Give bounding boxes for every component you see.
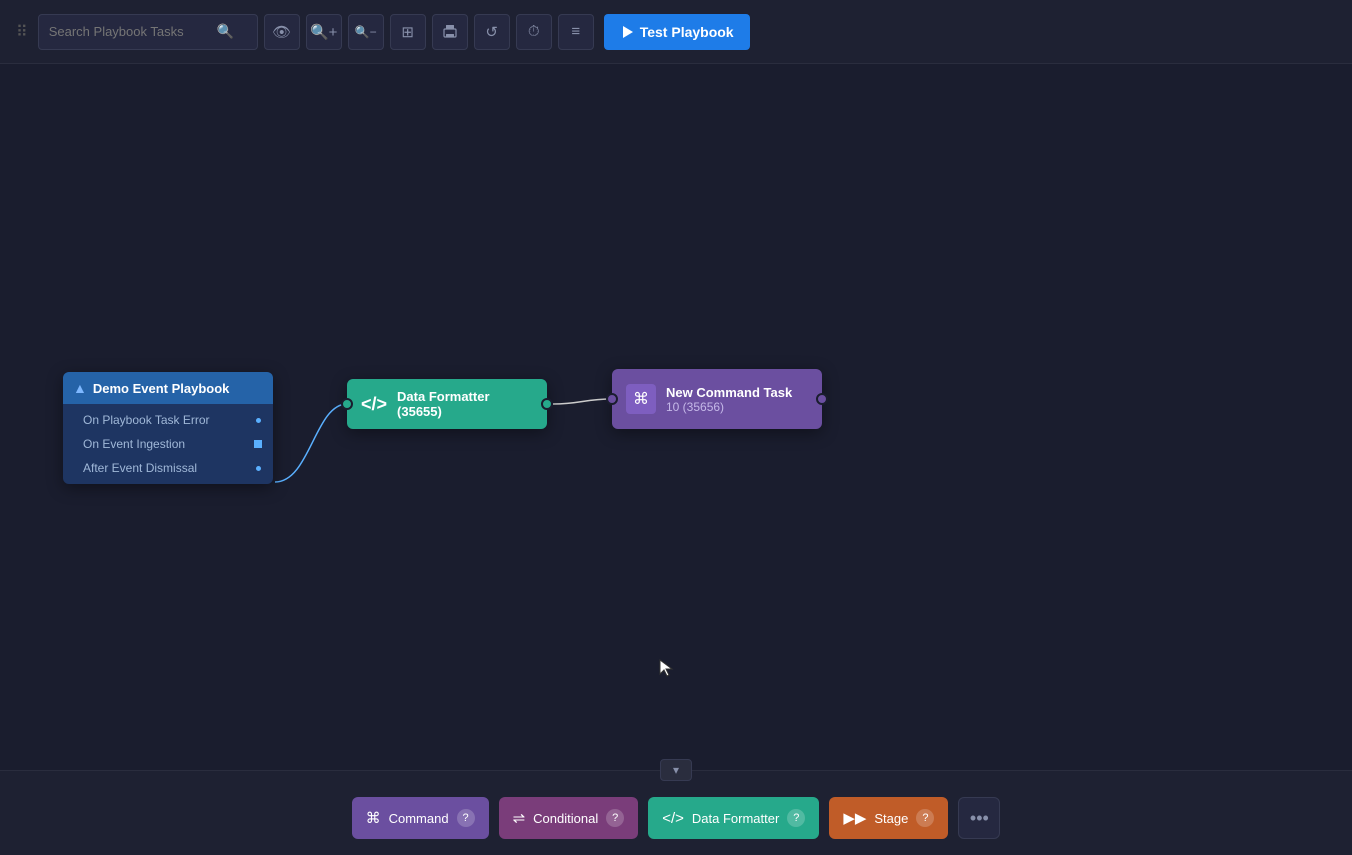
toolbar: ⠿ 🔍 👁 🔍+ 🔍− ⊞ ↺ ⏱ ≡ Test Playbook	[0, 0, 1352, 64]
add-conditional-button[interactable]: ⇌ Conditional ?	[499, 797, 639, 839]
row-label-dismissal: After Event Dismissal	[83, 461, 197, 475]
row-square-ingestion	[253, 439, 263, 449]
conditional-btn-icon: ⇌	[513, 809, 526, 827]
formatter-btn-icon: </>	[662, 810, 684, 827]
test-playbook-button[interactable]: Test Playbook	[604, 14, 750, 50]
command-node-line1: New Command Task	[666, 385, 792, 400]
collapse-button[interactable]: ▾	[660, 759, 692, 781]
playbook-node-icon: ▲	[73, 380, 87, 396]
stage-help-icon[interactable]: ?	[916, 809, 934, 827]
eye-button[interactable]: 👁	[264, 14, 300, 50]
bottom-panel: ▾ ⌘ Command ? ⇌ Conditional ? </> Data F…	[0, 770, 1352, 855]
print-button[interactable]	[432, 14, 468, 50]
formatter-connector-left	[341, 398, 353, 410]
search-container: 🔍	[38, 14, 258, 50]
formatter-label: Data Formatter (35655)	[397, 389, 533, 419]
command-node[interactable]: ⌘ New Command Task 10 (35656)	[612, 369, 822, 429]
command-btn-icon: ⌘	[366, 809, 381, 827]
collapse-icon: ▾	[673, 763, 679, 777]
playbook-row-ingestion[interactable]: On Event Ingestion	[63, 432, 273, 456]
canvas[interactable]: ▲ Demo Event Playbook On Playbook Task E…	[0, 64, 1352, 770]
playbook-node-header: ▲ Demo Event Playbook	[63, 372, 273, 404]
test-playbook-label: Test Playbook	[640, 24, 734, 40]
add-formatter-button[interactable]: </> Data Formatter ?	[648, 797, 819, 839]
play-icon	[620, 25, 634, 39]
drag-handle-icon[interactable]: ⠿	[12, 18, 32, 46]
playbook-row-task-error[interactable]: On Playbook Task Error	[63, 408, 273, 432]
add-stage-button[interactable]: ▶▶ Stage ?	[829, 797, 948, 839]
zoom-in-button[interactable]: 🔍+	[306, 14, 342, 50]
search-input[interactable]	[49, 24, 209, 39]
history-button[interactable]: ⏱	[516, 14, 552, 50]
row-label-ingestion: On Event Ingestion	[83, 437, 185, 451]
stage-btn-label: Stage	[874, 811, 908, 826]
conditional-help-icon[interactable]: ?	[606, 809, 624, 827]
formatter-btn-label: Data Formatter	[692, 811, 779, 826]
command-node-label: New Command Task 10 (35656)	[666, 385, 792, 414]
cursor	[658, 658, 674, 678]
formatter-icon: </>	[361, 394, 387, 415]
conditional-btn-label: Conditional	[533, 811, 598, 826]
playbook-row-dismissal[interactable]: After Event Dismissal	[63, 456, 273, 480]
search-icon-button[interactable]: 🔍	[217, 23, 234, 40]
command-connector-left	[606, 393, 618, 405]
stage-btn-icon: ▶▶	[843, 809, 866, 827]
playbook-node-title: Demo Event Playbook	[93, 381, 230, 396]
command-node-line2: 10 (35656)	[666, 400, 792, 414]
command-connector-right	[816, 393, 828, 405]
zoom-out-button[interactable]: 🔍−	[348, 14, 384, 50]
menu-button[interactable]: ≡	[558, 14, 594, 50]
playbook-node[interactable]: ▲ Demo Event Playbook On Playbook Task E…	[63, 372, 273, 484]
add-command-button[interactable]: ⌘ Command ?	[352, 797, 489, 839]
more-icon: •••	[970, 808, 989, 829]
command-node-icon: ⌘	[626, 384, 656, 414]
refresh-button[interactable]: ↺	[474, 14, 510, 50]
row-label-task-error: On Playbook Task Error	[83, 413, 210, 427]
bottom-toolbar: ⌘ Command ? ⇌ Conditional ? </> Data For…	[336, 787, 1017, 849]
more-button[interactable]: •••	[958, 797, 1000, 839]
fit-button[interactable]: ⊞	[390, 14, 426, 50]
formatter-help-icon[interactable]: ?	[787, 809, 805, 827]
row-dot-task-error	[254, 416, 263, 425]
command-help-icon[interactable]: ?	[457, 809, 475, 827]
row-dot-dismissal	[254, 464, 263, 473]
playbook-node-body: On Playbook Task Error On Event Ingestio…	[63, 404, 273, 484]
command-btn-label: Command	[389, 811, 449, 826]
formatter-node[interactable]: </> Data Formatter (35655)	[347, 379, 547, 429]
formatter-connector-right	[541, 398, 553, 410]
